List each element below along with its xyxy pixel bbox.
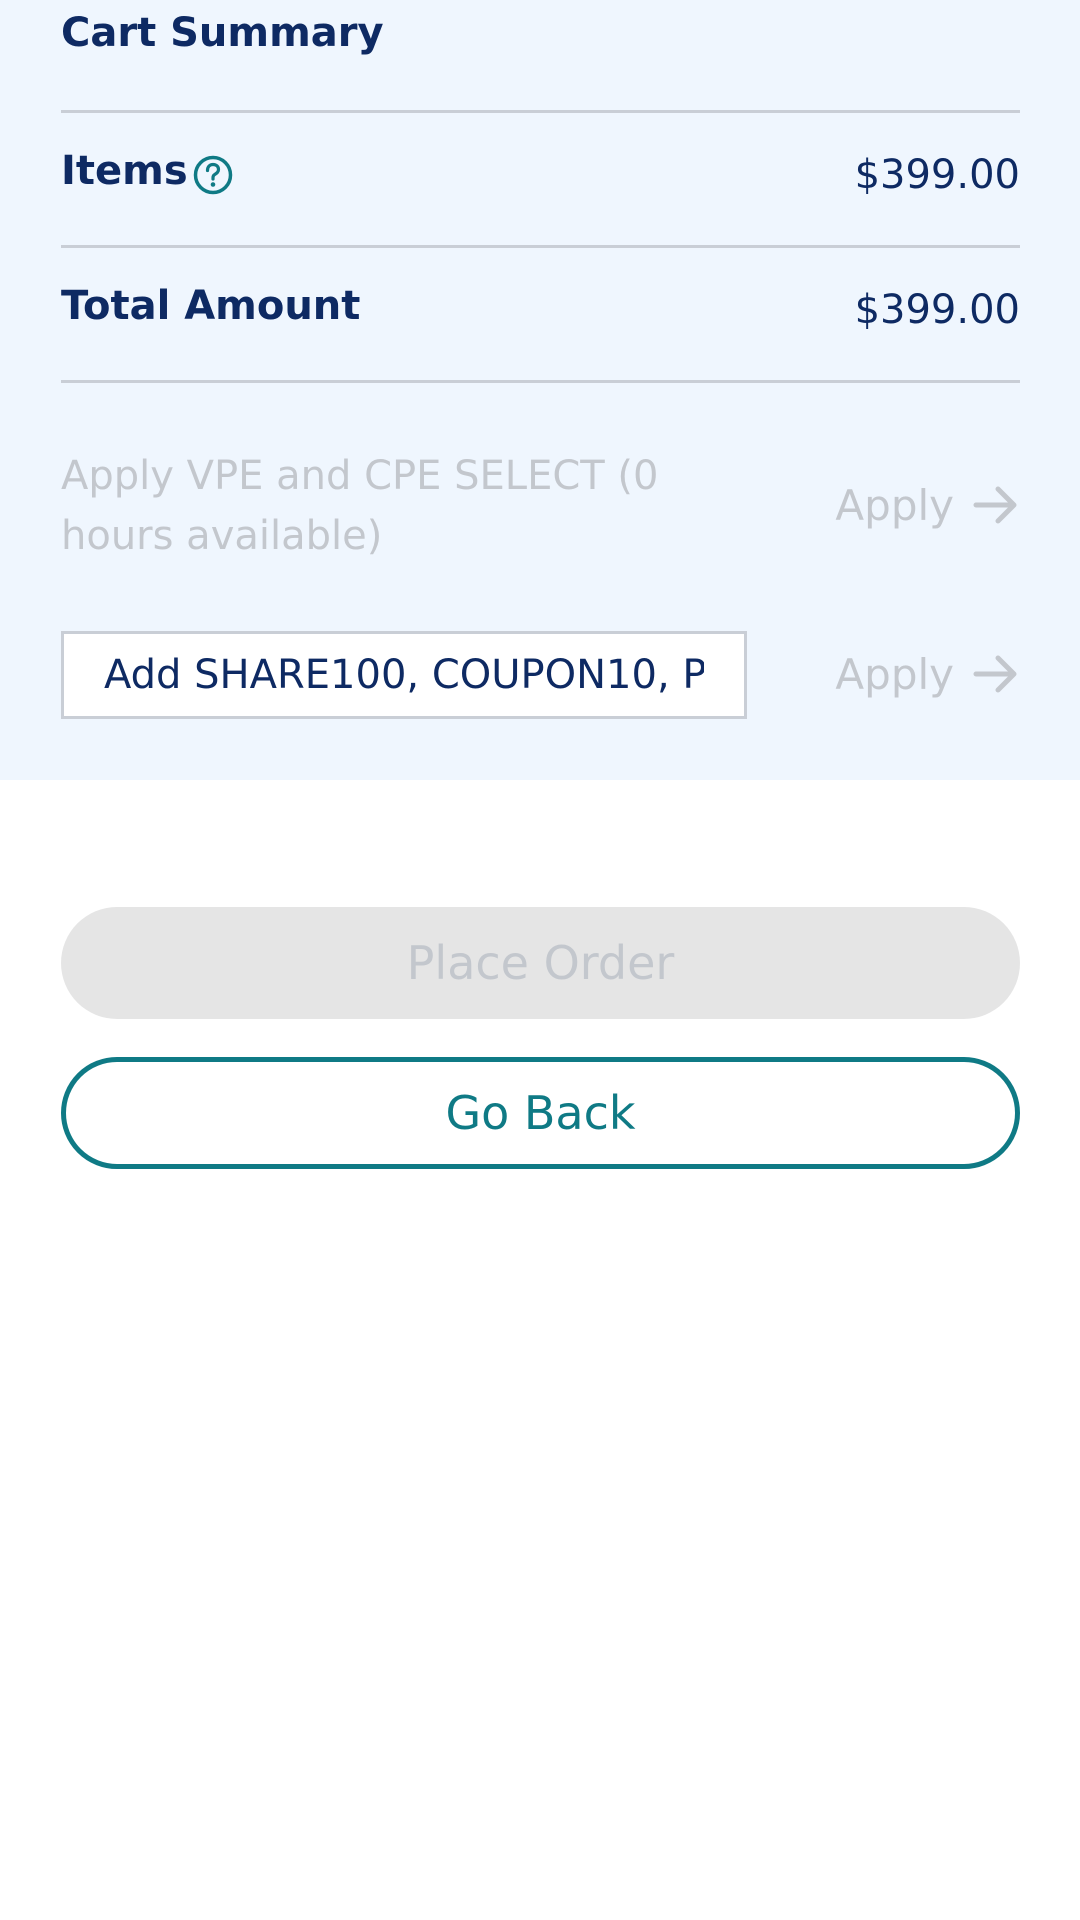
vpe-cpe-select-text: Apply VPE and CPE SELECT (0 hours availa… <box>61 453 659 559</box>
divider <box>61 380 1020 383</box>
arrow-right-icon <box>973 655 1017 693</box>
apply-coupon-button[interactable]: Apply <box>835 646 1020 702</box>
items-value: $399.00 <box>854 152 1020 198</box>
divider <box>61 110 1020 113</box>
place-order-button[interactable]: Place Order <box>61 907 1020 1019</box>
total-amount-value: $399.00 <box>854 287 1020 333</box>
total-amount-label: Total Amount <box>61 283 361 329</box>
coupon-code-input[interactable] <box>61 631 747 719</box>
items-label: Items <box>61 148 188 194</box>
help-circle-icon[interactable] <box>193 155 233 195</box>
arrow-right-icon <box>973 486 1017 524</box>
divider <box>61 245 1020 248</box>
cart-summary-panel: Cart Summary Items $399.00 Total Amount … <box>0 0 1080 780</box>
apply-coupon-label: Apply <box>835 649 954 699</box>
cart-summary-title: Cart Summary <box>61 10 384 56</box>
apply-vpe-label: Apply <box>835 480 954 530</box>
go-back-button[interactable]: Go Back <box>61 1057 1020 1169</box>
apply-vpe-button[interactable]: Apply <box>835 477 1020 533</box>
